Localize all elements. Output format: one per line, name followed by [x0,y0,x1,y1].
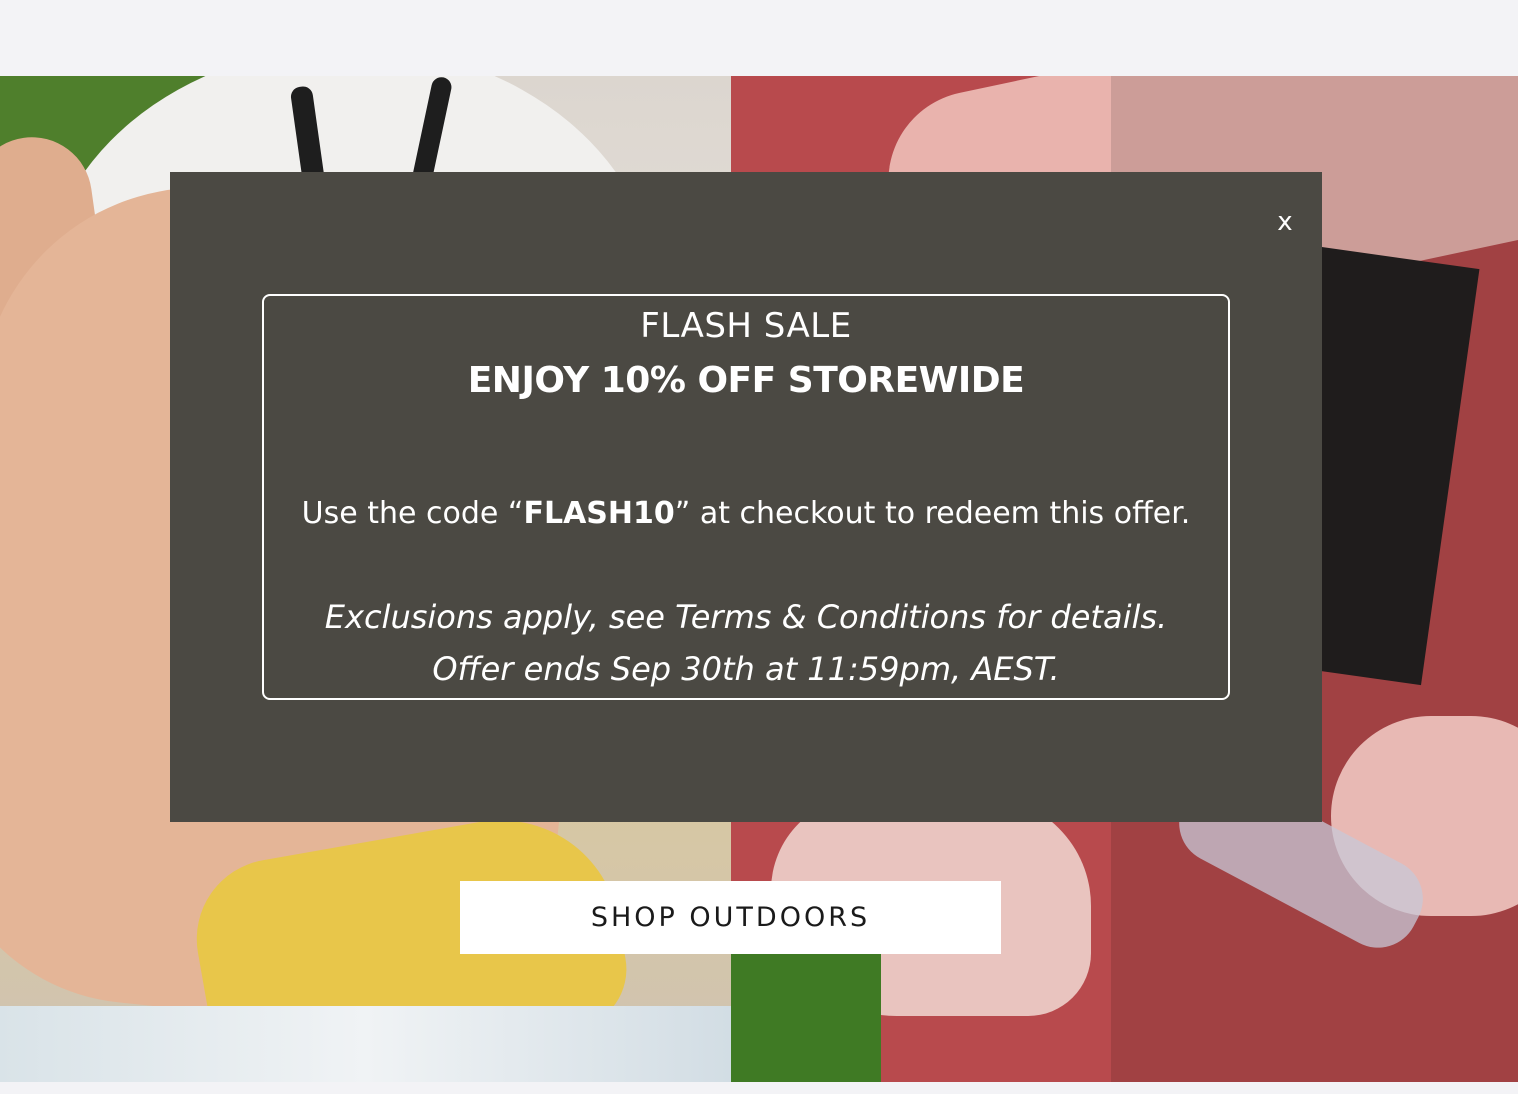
pool-water [0,1006,731,1082]
close-button[interactable]: x [1270,202,1300,242]
modal-subtitle: ENJOY 10% OFF STOREWIDE [467,360,1025,401]
promo-code-instructions: Use the code “FLASH10” at checkout to re… [264,496,1228,531]
page-bottom-strip [0,1082,1518,1094]
promo-code: FLASH10 [523,496,675,531]
code-suffix: ” at checkout to redeem this offer. [674,496,1191,531]
top-header-bar [0,0,1518,76]
offer-end-note: Offer ends Sep 30th at 11:59pm, AEST. [432,650,1060,688]
grass-patch [731,946,881,1082]
offer-box: FLASH SALE ENJOY 10% OFF STOREWIDE Use t… [262,294,1230,700]
shop-outdoors-button[interactable]: SHOP OUTDOORS [460,881,1001,954]
code-prefix: Use the code “ [301,496,524,531]
modal-title: FLASH SALE [640,306,852,346]
exclusions-note: Exclusions apply, see Terms & Conditions… [324,598,1168,636]
flash-sale-modal: x FLASH SALE ENJOY 10% OFF STOREWIDE Use… [170,172,1322,822]
